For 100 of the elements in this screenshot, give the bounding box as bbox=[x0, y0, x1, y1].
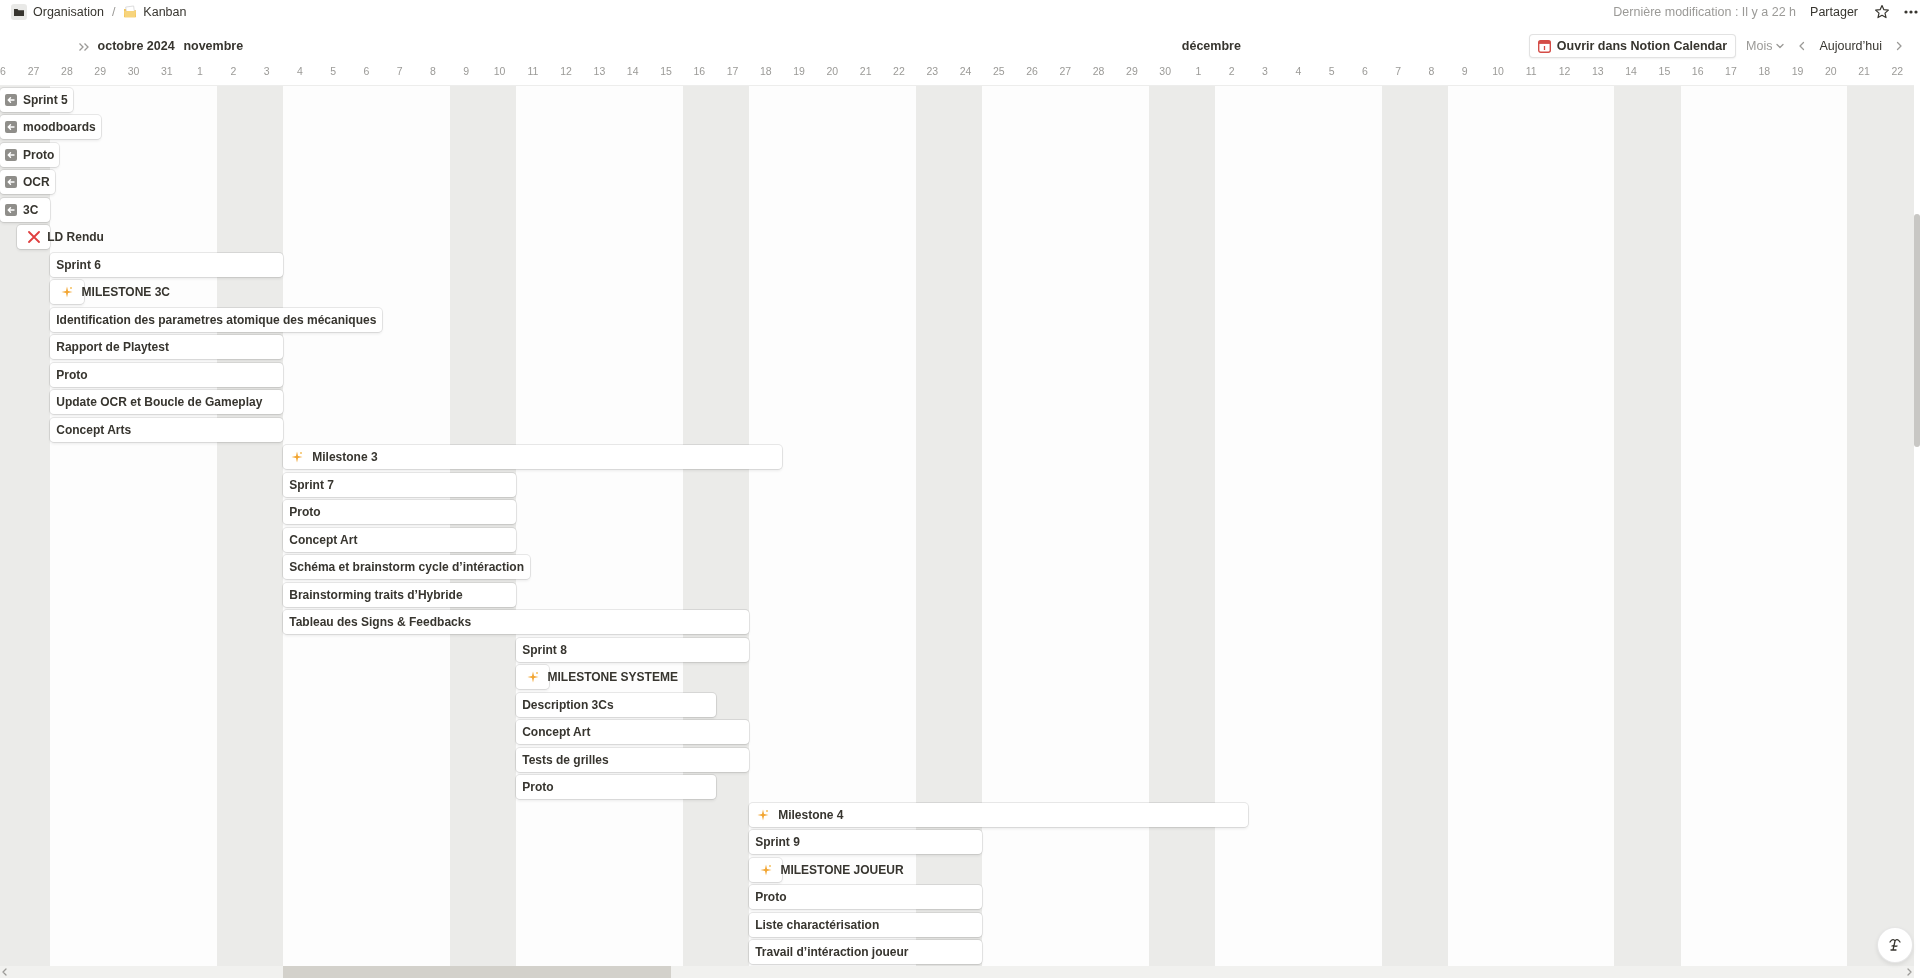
left-arrow-icon bbox=[5, 121, 17, 134]
scrollbar-thumb[interactable] bbox=[283, 966, 671, 978]
day-number: 1 bbox=[1195, 64, 1202, 78]
chevron-down-icon bbox=[1775, 41, 1786, 51]
timeline-card[interactable]: Proto bbox=[749, 885, 983, 910]
day-number: 21 bbox=[859, 64, 872, 78]
folder-icon bbox=[11, 4, 27, 20]
timeline-card[interactable]: Schéma et brainstorm cycle d’intéraction bbox=[283, 555, 530, 580]
day-number: 13 bbox=[593, 64, 606, 78]
day-number: 30 bbox=[127, 64, 140, 78]
left-arrow-icon bbox=[5, 93, 17, 106]
day-number: 18 bbox=[1758, 64, 1771, 78]
month-label: décembre bbox=[1181, 39, 1242, 55]
day-number: 9 bbox=[463, 64, 470, 78]
milestone-marker[interactable] bbox=[50, 280, 84, 305]
milestone-title: MILESTONE 3C bbox=[81, 285, 170, 300]
horizontal-scrollbar[interactable] bbox=[0, 966, 1914, 978]
chevron-right-icon bbox=[1894, 41, 1904, 51]
timeline-card[interactable]: Proto bbox=[283, 500, 517, 525]
timeline-card[interactable]: Sprint 9 bbox=[749, 830, 983, 855]
timeline-card[interactable]: Identification des parametres atomique des mécaniques bbox=[50, 307, 383, 332]
timeline-card[interactable]: Proto bbox=[50, 362, 284, 387]
day-number: 2 bbox=[230, 64, 237, 78]
folder-icon bbox=[123, 5, 138, 19]
more-button[interactable] bbox=[1902, 8, 1920, 16]
timeline-card[interactable]: Rapport de Playtest bbox=[50, 335, 284, 360]
timeline-card[interactable]: 3C bbox=[0, 197, 51, 222]
timeline-card[interactable]: Travail d’intéraction joueur bbox=[749, 940, 983, 965]
day-number: 15 bbox=[1658, 64, 1671, 78]
timeline-card[interactable]: Proto bbox=[0, 142, 60, 167]
timeline-card[interactable]: Update OCR et Boucle de Gameplay bbox=[50, 390, 284, 415]
milestone-marker[interactable] bbox=[749, 857, 783, 882]
timeline-card[interactable]: Concept Art bbox=[283, 527, 517, 552]
day-number: 1 bbox=[197, 64, 203, 78]
timeline-card[interactable]: Liste charactérisation bbox=[749, 912, 983, 937]
cross-icon bbox=[27, 231, 40, 244]
timeline-card[interactable]: Description 3Cs bbox=[516, 692, 716, 717]
milestone-title: MILESTONE JOUEUR bbox=[780, 862, 904, 877]
day-number: 17 bbox=[1725, 64, 1737, 78]
milestone-card[interactable]: Milestone 3 bbox=[283, 445, 783, 470]
day-number: 29 bbox=[94, 64, 107, 78]
day-number: 8 bbox=[430, 64, 436, 78]
day-number: 5 bbox=[330, 64, 337, 78]
milestone-title: Milestone 4 bbox=[778, 807, 844, 822]
breadcrumb-link[interactable]: Organisation bbox=[8, 3, 107, 21]
breadcrumb-separator: / bbox=[111, 5, 116, 19]
milestone-marker[interactable] bbox=[516, 665, 550, 690]
day-number: 11 bbox=[527, 64, 539, 78]
day-number: 10 bbox=[1492, 64, 1504, 78]
timeline-card[interactable]: Concept Arts bbox=[50, 417, 284, 442]
day-number: 12 bbox=[560, 64, 572, 78]
day-number: 3 bbox=[1262, 64, 1268, 78]
day-number: 31 bbox=[160, 64, 173, 78]
timeline-card[interactable]: Sprint 5 bbox=[0, 87, 73, 112]
open-calendar-button[interactable]: Ouvrir dans Notion Calendar bbox=[1528, 34, 1737, 58]
day-number: 30 bbox=[1159, 64, 1171, 78]
double-chevron-icon bbox=[77, 42, 90, 52]
last-edited-text: Dernière modification : Il y a 22 h bbox=[1613, 5, 1797, 19]
day-number: 4 bbox=[296, 64, 303, 78]
day-number: 11 bbox=[1525, 64, 1537, 78]
day-number: 18 bbox=[759, 64, 772, 78]
timeline-card[interactable]: moodboards bbox=[0, 115, 101, 140]
timeline-card[interactable]: Tableau des Signs & Feedbacks bbox=[283, 610, 750, 635]
left-arrow-icon bbox=[5, 148, 17, 161]
day-number: 24 bbox=[959, 64, 972, 78]
share-button[interactable]: Partager bbox=[1806, 3, 1862, 21]
day-number: 5 bbox=[1328, 64, 1335, 78]
day-number: 22 bbox=[893, 64, 905, 78]
day-number: 9 bbox=[1461, 64, 1468, 78]
day-number: 25 bbox=[992, 64, 1005, 78]
day-number: 14 bbox=[626, 64, 639, 78]
day-number: 20 bbox=[1824, 64, 1837, 78]
timeline-card[interactable]: Concept Art bbox=[516, 720, 750, 745]
sparkle-icon bbox=[757, 808, 770, 821]
today-button[interactable]: Aujourd’hui bbox=[1815, 37, 1886, 55]
timeline-card[interactable]: Sprint 8 bbox=[516, 637, 750, 662]
day-number: 16 bbox=[1691, 64, 1704, 78]
milestone-title: Milestone 3 bbox=[312, 450, 378, 465]
timeline-card[interactable]: Sprint 7 bbox=[283, 472, 517, 497]
event-title: LD Rendu bbox=[47, 230, 104, 245]
timeline-card[interactable]: Proto bbox=[516, 775, 716, 800]
breadcrumb-link[interactable]: Kanban bbox=[120, 4, 190, 20]
day-number: 6 bbox=[0, 64, 6, 78]
day-number: 19 bbox=[1791, 64, 1804, 78]
day-number: 21 bbox=[1858, 64, 1870, 78]
timeline-card[interactable]: Tests de grilles bbox=[516, 747, 750, 772]
left-arrow-icon bbox=[5, 176, 17, 189]
calendar-icon bbox=[1537, 39, 1551, 53]
day-number: 20 bbox=[826, 64, 839, 78]
day-number: 16 bbox=[693, 64, 706, 78]
scrollbar-thumb[interactable] bbox=[1914, 214, 1920, 447]
milestone-title: MILESTONE SYSTEME bbox=[547, 670, 678, 685]
timeline-card[interactable]: Sprint 6 bbox=[50, 252, 284, 277]
milestone-card[interactable]: Milestone 4 bbox=[749, 802, 1249, 827]
star-icon bbox=[1874, 4, 1890, 20]
day-number: 4 bbox=[1295, 64, 1302, 78]
day-number: 7 bbox=[396, 64, 403, 78]
timeline-card[interactable]: Brainstorming traits d’Hybride bbox=[283, 582, 517, 607]
day-number: 10 bbox=[493, 64, 506, 78]
timeline-card[interactable]: OCR bbox=[0, 170, 55, 195]
